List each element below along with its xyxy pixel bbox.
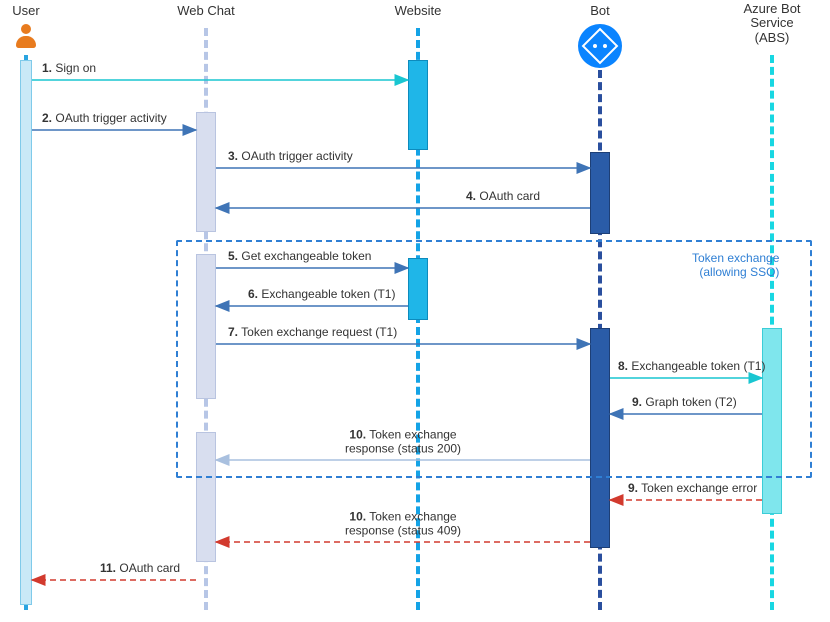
lane-webchat-label: Web Chat xyxy=(177,4,235,18)
msg-2: 2. OAuth trigger activity xyxy=(42,112,167,126)
msg-10: 10. Token exchange response (status 200) xyxy=(345,428,461,456)
msg-5: 5. Get exchangeable token xyxy=(228,250,371,264)
msg-11: 11. OAuth card xyxy=(100,562,180,576)
activation-website-1 xyxy=(408,60,428,150)
msg-4: 4. OAuth card xyxy=(466,190,540,204)
user-icon xyxy=(15,24,37,50)
frame-label: Token exchange (allowing SSO) xyxy=(692,252,779,280)
lane-bot-label: Bot xyxy=(590,4,610,18)
bot-icon xyxy=(578,24,622,68)
msg-1: 1. Sign on xyxy=(42,62,96,76)
activation-bot-1 xyxy=(590,152,610,234)
msg-10b: 10. Token exchange response (status 409) xyxy=(345,510,461,538)
lane-abs-label: Azure Bot Service (ABS) xyxy=(743,2,800,45)
msg-9b: 9. Token exchange error xyxy=(628,482,757,496)
msg-3: 3. OAuth trigger activity xyxy=(228,150,353,164)
msg-8: 8. Exchangeable token (T1) xyxy=(618,360,765,374)
msg-6: 6. Exchangeable token (T1) xyxy=(248,288,395,302)
lane-user-label: User xyxy=(12,4,39,18)
lane-website-label: Website xyxy=(395,4,442,18)
msg-7: 7. Token exchange request (T1) xyxy=(228,326,397,340)
msg-9: 9. Graph token (T2) xyxy=(632,396,737,410)
activation-user xyxy=(20,60,32,605)
sequence-diagram: User Web Chat Website Bot Azure Bot Serv… xyxy=(0,0,830,622)
activation-webchat-1 xyxy=(196,112,216,232)
